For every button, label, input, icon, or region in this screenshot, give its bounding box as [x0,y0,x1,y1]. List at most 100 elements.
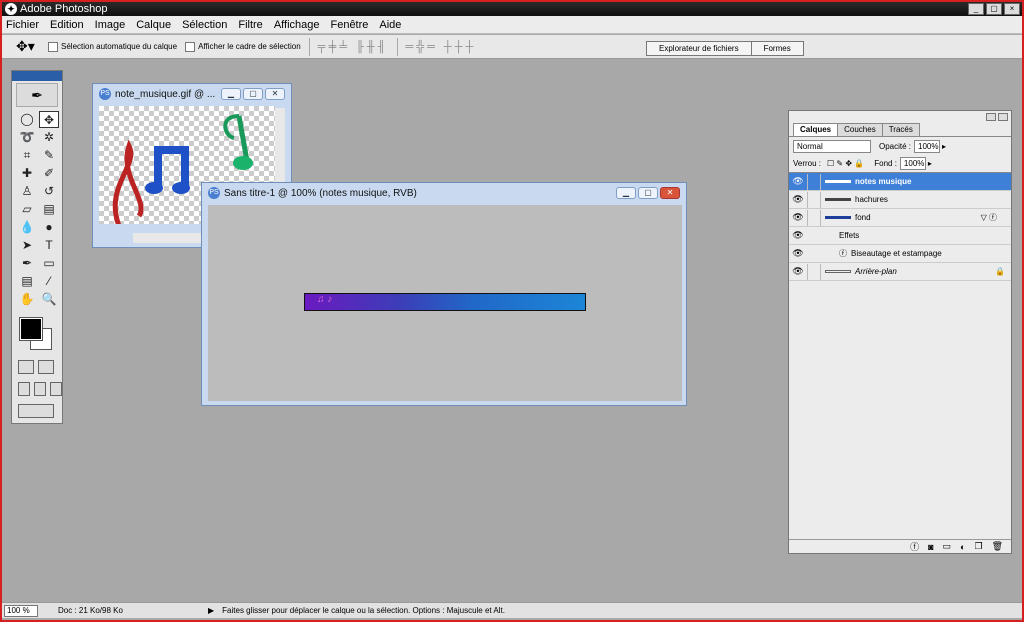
panel-close-button[interactable] [998,113,1008,121]
effect-name: Biseautage et estampage [851,249,942,258]
restore-button[interactable]: ▢ [986,3,1002,15]
zoom-tool-icon[interactable]: 🔍 [39,291,59,308]
foreground-color[interactable] [19,317,43,341]
menu-image[interactable]: Image [95,19,126,31]
link-slot[interactable] [807,191,821,208]
brush-link-icon[interactable] [807,173,821,190]
distribute-buttons-icon[interactable]: ═╬═ ┼┼┼ [406,41,477,53]
magic-wand-tool-icon[interactable]: ✲ [39,129,59,146]
notes-tool-icon[interactable]: ▤ [17,273,37,290]
screen-mode-standard-icon[interactable] [18,382,30,396]
layer-effect-bevel-row[interactable]: 👁 ⓕ Biseautage et estampage [789,245,1011,263]
tab-calques[interactable]: Calques [793,123,839,136]
crop-tool-icon[interactable]: ⌗ [17,147,37,164]
path-selection-icon[interactable]: ➤ [17,237,37,254]
eraser-tool-icon[interactable]: ▱ [17,201,37,218]
opacity-arrow-icon[interactable]: ▸ [942,142,946,151]
trash-icon[interactable]: 🗑 [992,541,1003,552]
new-set-icon[interactable]: ▭ [943,541,952,552]
layer-row-notes-musique[interactable]: 👁 notes musique [789,173,1011,191]
type-tool-icon[interactable]: T [39,237,59,254]
quick-mask-icon[interactable] [38,360,54,374]
zoom-field[interactable]: 100 % [4,604,38,617]
tools-palette-header[interactable] [12,71,62,81]
add-style-icon[interactable]: ⓕ [910,540,919,553]
effects-toggle-icon[interactable]: ▽ ⓕ [981,212,997,223]
tab-traces[interactable]: Tracés [881,123,920,136]
align-buttons-icon[interactable]: ╤╪╧ ╟╫╢ [318,41,389,53]
doc-canvas[interactable]: ♫ ♪ [208,205,682,401]
minimize-button[interactable]: _ [968,3,984,15]
eye-icon[interactable]: 👁 [789,248,807,259]
fill-arrow-icon[interactable]: ▸ [928,159,932,168]
marquee-tool-icon[interactable]: ◯ [17,111,37,128]
eye-icon[interactable]: 👁 [789,194,807,205]
music-note-glyph: ♫ ♪ [317,294,333,305]
doc-window-sans-titre: PS Sans titre-1 @ 100% (notes musique, R… [201,182,687,406]
history-brush-icon[interactable]: ↺ [39,183,59,200]
tab-couches[interactable]: Couches [837,123,883,136]
doc-minimize-button[interactable]: ▁ [221,88,241,100]
divider [396,37,398,56]
blend-mode-select[interactable]: Normal [793,139,871,153]
layer-row-hachures[interactable]: 👁 hachures [789,191,1011,209]
link-slot[interactable] [807,263,821,280]
jump-to-imageready-icon[interactable] [18,404,54,418]
layer-row-background[interactable]: 👁 Arrière-plan 🔒 [789,263,1011,281]
standard-mode-icon[interactable] [18,360,34,374]
menu-aide[interactable]: Aide [379,19,401,31]
lock-icons[interactable]: ☐ ✎ ✥ 🔒 [827,159,864,168]
doc-maximize-button[interactable]: ▢ [243,88,263,100]
adobe-feather-icon[interactable]: ✒ [16,83,58,107]
new-layer-icon[interactable]: ❐ [974,541,982,552]
doc-size-info[interactable]: Doc : 21 Ko/98 Ko [58,606,208,615]
eye-icon[interactable]: 👁 [789,176,807,187]
doc-maximize-button[interactable]: ▢ [638,187,658,199]
lasso-tool-icon[interactable]: ➰ [17,129,37,146]
menu-filtre[interactable]: Filtre [238,19,262,31]
menu-affichage[interactable]: Affichage [274,19,320,31]
menu-edition[interactable]: Edition [50,19,84,31]
brush-tool-icon[interactable]: ✐ [39,165,59,182]
screen-mode-menu-icon[interactable] [34,382,46,396]
layer-row-fond[interactable]: 👁 fond ▽ ⓕ [789,209,1011,227]
show-bounds-checkbox[interactable] [185,41,196,52]
tab-file-browser[interactable]: Explorateur de fichiers [646,41,752,56]
gradient-tool-icon[interactable]: ▤ [39,201,59,218]
eye-icon[interactable]: 👁 [789,212,807,223]
eye-icon[interactable]: 👁 [789,230,807,241]
stamp-tool-icon[interactable]: ♙ [17,183,37,200]
pen-tool-icon[interactable]: ✒ [17,255,37,272]
doc-titlebar[interactable]: PS Sans titre-1 @ 100% (notes musique, R… [202,183,686,203]
shape-tool-icon[interactable]: ▭ [39,255,59,272]
tab-brushes[interactable]: Formes [750,41,804,56]
menu-calque[interactable]: Calque [136,19,171,31]
blur-tool-icon[interactable]: 💧 [17,219,37,236]
panel-minimize-button[interactable] [986,113,996,121]
menu-selection[interactable]: Sélection [182,19,227,31]
adjustment-layer-icon[interactable]: ◐ [960,542,965,552]
move-tool-icon[interactable]: ✥ [39,111,59,128]
menu-fenetre[interactable]: Fenêtre [330,19,368,31]
doc-close-button[interactable]: ✕ [660,187,680,199]
close-button[interactable]: × [1004,3,1020,15]
opacity-field[interactable]: 100% [914,139,941,153]
healing-brush-icon[interactable]: ✚ [17,165,37,182]
fill-field[interactable]: 100% [899,157,926,170]
link-slot[interactable] [807,209,821,226]
eye-icon[interactable]: 👁 [789,266,807,277]
window-title: Adobe Photoshop [20,3,108,15]
add-mask-icon[interactable]: ◙ [928,542,933,552]
dodge-tool-icon[interactable]: ● [39,219,59,236]
eyedropper-tool-icon[interactable]: ⁄ [39,273,59,290]
auto-select-checkbox[interactable] [48,41,58,52]
layer-effects-row[interactable]: 👁 Effets [789,227,1011,245]
doc-minimize-button[interactable]: ▁ [616,187,636,199]
screen-mode-full-icon[interactable] [50,382,62,396]
move-tool-preset-icon[interactable]: ✥▾ [16,38,40,55]
menu-fichier[interactable]: Fichier [6,19,39,31]
doc-close-button[interactable]: ✕ [265,88,285,100]
slice-tool-icon[interactable]: ✎ [39,147,59,164]
hand-tool-icon[interactable]: ✋ [17,291,37,308]
status-arrow-icon[interactable]: ▶ [208,606,214,615]
